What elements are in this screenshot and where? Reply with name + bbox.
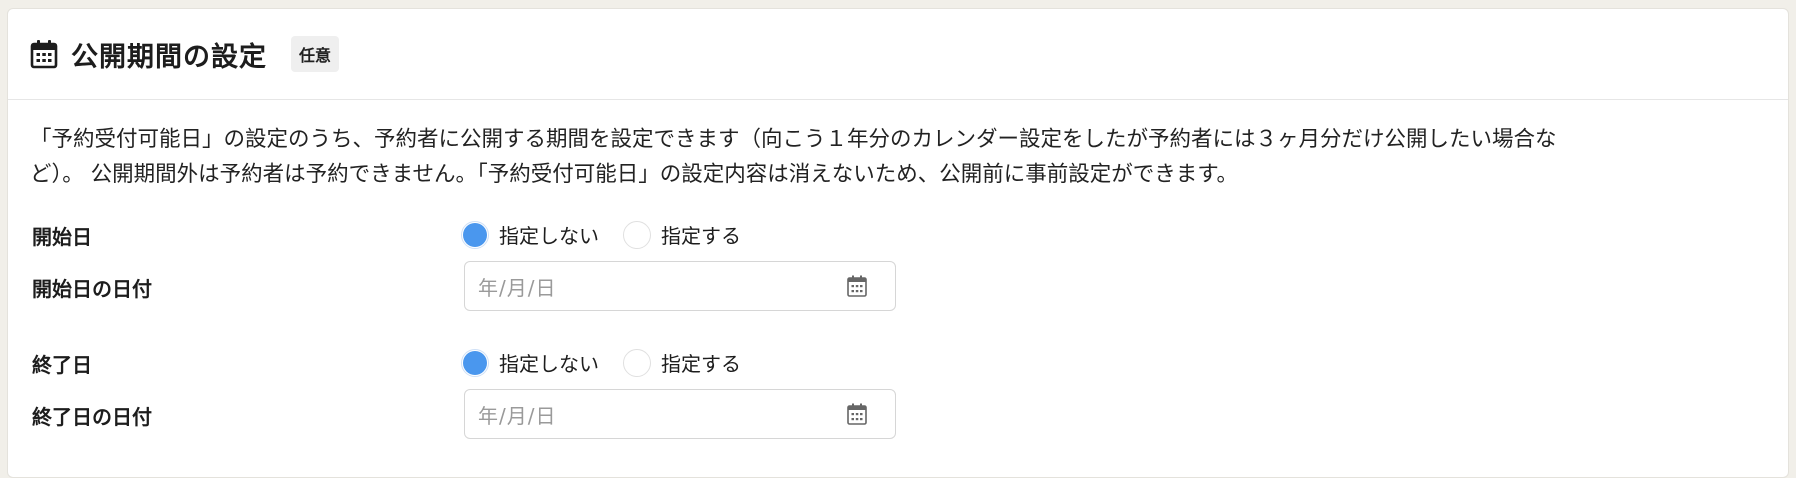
start-date-field-label: 開始日の日付 (32, 277, 152, 301)
start-date-radio-group: 指定しない 指定する (461, 220, 765, 249)
start-option-unspecified-label: 指定しない (499, 224, 599, 248)
start-option-specified-label: 指定する (661, 224, 741, 248)
start-option-specified[interactable]: 指定する (623, 220, 741, 249)
end-option-specified[interactable]: 指定する (623, 348, 741, 377)
optional-badge: 任意 (291, 36, 340, 72)
end-date-field-label: 終了日の日付 (32, 405, 152, 429)
end-date-label: 終了日 (32, 353, 92, 377)
start-date-input[interactable]: 年/月/日 (464, 261, 896, 311)
end-radio-specified[interactable] (623, 348, 651, 377)
section-description: 「予約受付可能日」の設定のうち、予約者に公開する期間を設定できます（向こう１年分… (30, 122, 1770, 192)
end-radio-unspecified[interactable] (461, 348, 489, 377)
start-radio-unspecified[interactable] (461, 220, 489, 249)
start-date-label: 開始日 (32, 225, 92, 249)
end-option-specified-label: 指定する (661, 352, 741, 376)
start-option-unspecified[interactable]: 指定しない (461, 220, 599, 249)
end-date-input[interactable]: 年/月/日 (464, 389, 896, 439)
description-line-2: ど）。 公開期間外は予約者は予約できません。「予約受付可能日」の設定内容は消えな… (30, 162, 1239, 187)
section-title: 公開期間の設定 (71, 41, 267, 73)
end-date-radio-group: 指定しない 指定する (461, 348, 765, 377)
card-header: 公開期間の設定 任意 (8, 9, 1788, 100)
calendar-icon[interactable] (847, 275, 867, 297)
start-radio-specified[interactable] (623, 220, 651, 249)
start-date-placeholder: 年/月/日 (478, 275, 557, 300)
calendar-icon (30, 39, 58, 69)
end-option-unspecified[interactable]: 指定しない (461, 348, 599, 377)
period-settings-card: 公開期間の設定 任意 「予約受付可能日」の設定のうち、予約者に公開する期間を設定… (7, 8, 1789, 478)
calendar-icon[interactable] (847, 403, 867, 425)
end-option-unspecified-label: 指定しない (499, 352, 599, 376)
end-date-placeholder: 年/月/日 (478, 403, 557, 428)
description-line-1: 「予約受付可能日」の設定のうち、予約者に公開する期間を設定できます（向こう１年分… (30, 127, 1557, 152)
